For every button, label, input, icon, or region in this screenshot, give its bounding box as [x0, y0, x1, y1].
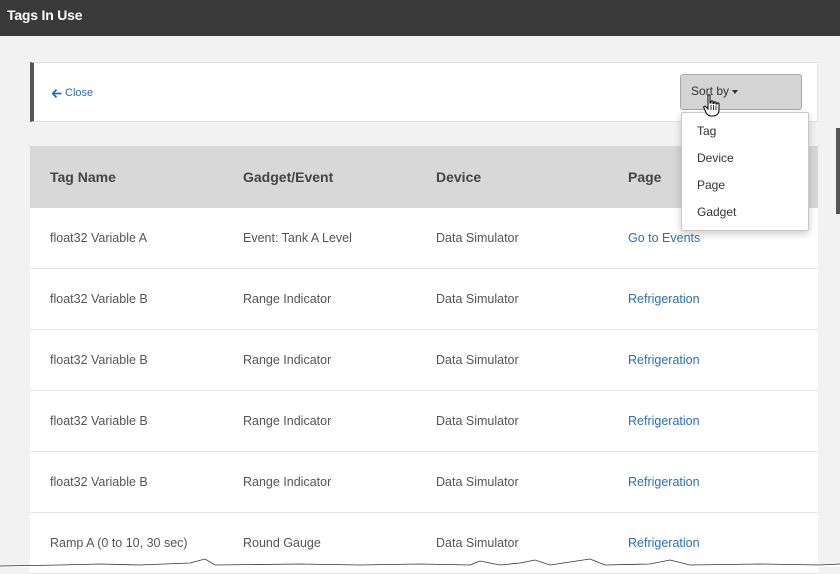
- sort-option-tag[interactable]: Tag: [682, 121, 808, 148]
- sort-option-page[interactable]: Page: [682, 175, 808, 202]
- cell-gadget-event: Range Indicator: [243, 475, 332, 489]
- cell-device: Data Simulator: [436, 231, 519, 245]
- cell-device: Data Simulator: [436, 414, 519, 428]
- cell-tag-name: Ramp A (0 to 10, 30 sec): [50, 536, 188, 550]
- sort-option-gadget[interactable]: Gadget: [682, 202, 808, 229]
- column-header-gadget-event[interactable]: Gadget/Event: [243, 169, 333, 185]
- sort-by-button[interactable]: Sort by: [680, 74, 802, 110]
- cell-tag-name: float32 Variable B: [50, 475, 148, 489]
- column-header-page[interactable]: Page: [628, 169, 661, 185]
- table-row: float32 Variable B Range Indicator Data …: [30, 391, 818, 452]
- cell-gadget-event: Range Indicator: [243, 353, 332, 367]
- cell-gadget-event: Range Indicator: [243, 414, 332, 428]
- page-link[interactable]: Refrigeration: [628, 475, 700, 489]
- window-title: Tags In Use: [0, 0, 840, 36]
- cell-gadget-event: Event: Tank A Level: [243, 231, 352, 245]
- table-row: float32 Variable B Range Indicator Data …: [30, 452, 818, 513]
- page-link[interactable]: Refrigeration: [628, 536, 700, 550]
- table-row: float32 Variable B Range Indicator Data …: [30, 269, 818, 330]
- cell-tag-name: float32 Variable B: [50, 353, 148, 367]
- close-label: Close: [65, 87, 94, 99]
- close-link[interactable]: Close: [52, 87, 93, 99]
- column-header-tag-name[interactable]: Tag Name: [50, 169, 116, 185]
- cell-gadget-event: Range Indicator: [243, 292, 332, 306]
- table-row: float32 Variable B Range Indicator Data …: [30, 330, 818, 391]
- cell-device: Data Simulator: [436, 475, 519, 489]
- hand-pointer-icon: [703, 94, 720, 117]
- cell-device: Data Simulator: [436, 353, 519, 367]
- page-link[interactable]: Refrigeration: [628, 414, 700, 428]
- cell-device: Data Simulator: [436, 536, 519, 550]
- cell-tag-name: float32 Variable A: [50, 231, 148, 245]
- sort-option-device[interactable]: Device: [682, 148, 808, 175]
- arrow-left-icon: [52, 88, 62, 98]
- cell-device: Data Simulator: [436, 292, 519, 306]
- cell-gadget-event: Round Gauge: [243, 536, 321, 550]
- torn-edge-decoration: [0, 558, 840, 567]
- cell-tag-name: float32 Variable B: [50, 292, 148, 306]
- page-link[interactable]: Refrigeration: [628, 353, 700, 367]
- scrollbar-edge[interactable]: [836, 128, 840, 214]
- column-header-device[interactable]: Device: [436, 169, 481, 185]
- page-link[interactable]: Refrigeration: [628, 292, 700, 306]
- caret-down-icon: [732, 89, 739, 94]
- sort-dropdown-menu: Tag Device Page Gadget: [681, 112, 809, 231]
- cell-tag-name: float32 Variable B: [50, 414, 148, 428]
- page-link[interactable]: Go to Events: [628, 231, 700, 245]
